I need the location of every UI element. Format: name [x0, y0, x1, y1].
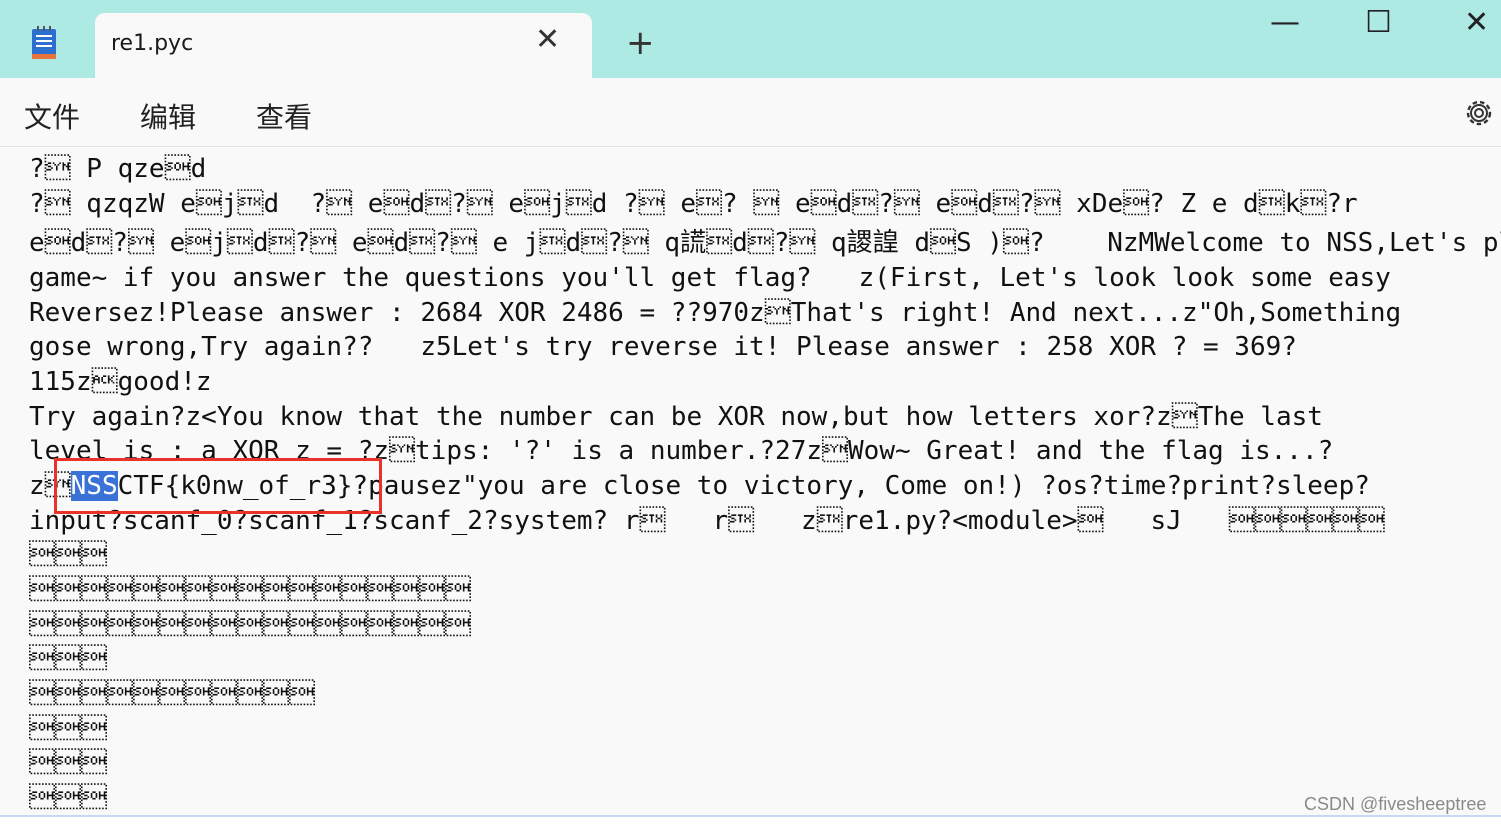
gear-icon[interactable] — [1462, 96, 1496, 130]
minimize-icon[interactable]: — — [1270, 6, 1300, 40]
text-line: gose wrong,Try again?? z5Let's try rever… — [29, 332, 1297, 362]
close-icon[interactable]: ✕ — [1464, 6, 1489, 40]
tab-title: re1.pyc — [111, 31, 194, 56]
status-bar — [0, 815, 1501, 827]
notepad-icon — [32, 26, 56, 59]
text-line:  — [29, 644, 107, 674]
text-line:  — [29, 783, 107, 813]
text-line: ? qzqzW ejd ? ed? ejd ? e?  … — [29, 189, 1358, 219]
menu-edit[interactable]: 编辑 — [140, 96, 196, 136]
menu-bar: 文件 编辑 查看 — [0, 78, 1501, 147]
text-line: game~ if you answer the questions you'll… — [29, 263, 1391, 293]
text-line:  — [29, 748, 107, 778]
menu-file[interactable]: 文件 — [24, 96, 80, 136]
text-line:  — [29, 575, 471, 605]
new-tab-icon[interactable]: + — [626, 26, 655, 60]
text-line:  — [29, 610, 471, 640]
text-line: ? P qzed — [29, 154, 207, 184]
text-line: Try again?z<You know that the number can… — [29, 402, 1323, 432]
text-line: ed? ejd? ed? e jd? q謊d? … — [29, 228, 1501, 258]
text-line:  — [29, 714, 107, 744]
menu-view[interactable]: 查看 — [256, 96, 312, 136]
text-line:  — [29, 540, 107, 570]
watermark: CSDN @fivesheeptree — [1304, 794, 1487, 814]
text-line: Reversez!Please answer : 2684 XOR 2486 =… — [29, 298, 1402, 328]
tab-re1-pyc[interactable]: re1.pyc ✕ — [95, 13, 592, 79]
flag-highlight-box — [54, 458, 382, 514]
tab-close-icon[interactable]: ✕ — [535, 25, 560, 55]
maximize-icon[interactable]: ☐ — [1365, 6, 1392, 40]
text-line:  — [29, 679, 315, 709]
text-line: 115zgood!z — [29, 367, 212, 397]
title-bar: re1.pyc ✕ + — ☐ ✕ — [0, 0, 1501, 79]
